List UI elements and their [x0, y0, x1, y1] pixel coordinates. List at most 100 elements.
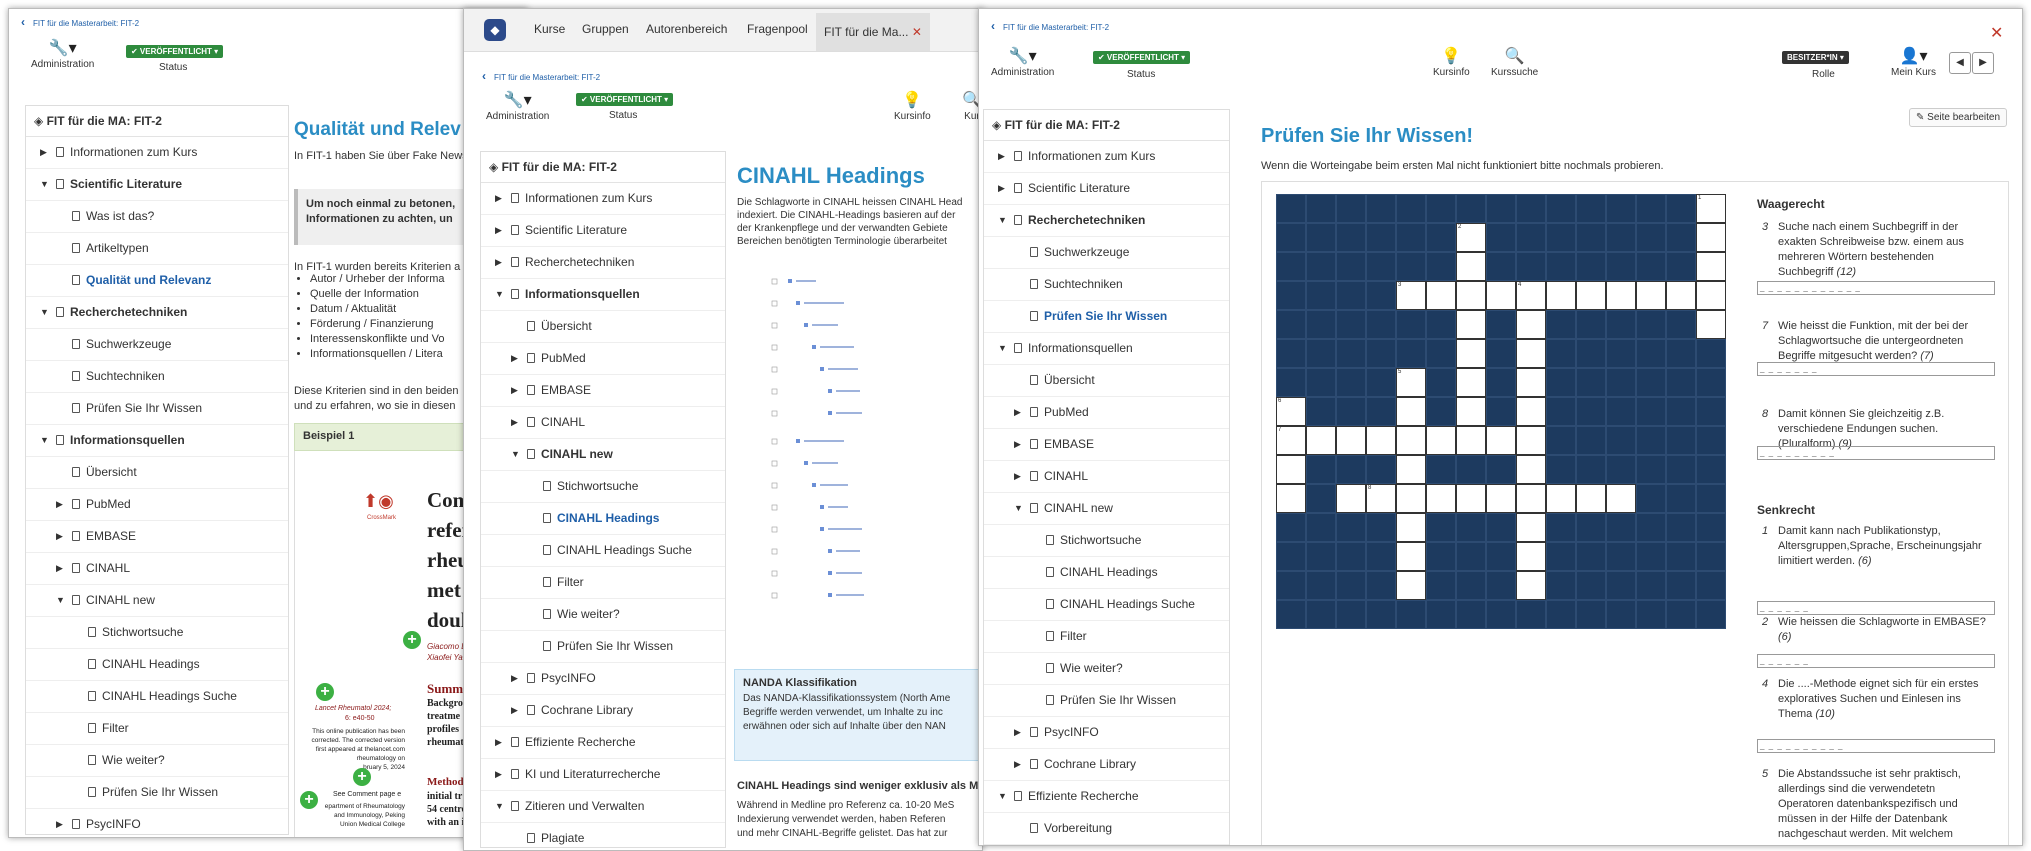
crossword-cell[interactable]	[1486, 426, 1516, 455]
crossword-cell[interactable]	[1426, 426, 1456, 455]
crossword-cell[interactable]	[1276, 455, 1306, 484]
tree-item[interactable]: ▶ Informationen zum Kurs	[984, 141, 1229, 173]
tree-item[interactable]: CINAHL Headings	[984, 557, 1229, 589]
answer-input[interactable]: _ _ _ _ _ _ _	[1757, 362, 1995, 376]
crossword-cell[interactable]	[1546, 484, 1576, 513]
crossword-cell[interactable]	[1426, 484, 1456, 513]
caret-right-icon[interactable]: ▶	[495, 247, 502, 278]
administration-tool[interactable]: 🔧▾ Administration	[991, 47, 1054, 78]
crossword-cell[interactable]	[1396, 455, 1426, 484]
caret-right-icon[interactable]: ▶	[40, 137, 47, 168]
tree-item[interactable]: ▼ CINAHL new	[26, 585, 288, 617]
caret-down-icon[interactable]: ▼	[40, 297, 49, 328]
crossword-cell[interactable]	[1456, 426, 1486, 455]
tree-item[interactable]: Qualität und Relevanz	[26, 265, 288, 297]
crossword-cell[interactable]	[1516, 513, 1546, 542]
answer-input[interactable]: _ _ _ _ _ _ _ _ _	[1757, 446, 1995, 460]
tree-item[interactable]: CINAHL Headings Suche	[26, 681, 288, 713]
tree-item[interactable]: Suchtechniken	[984, 269, 1229, 301]
caret-right-icon[interactable]: ▶	[511, 375, 518, 406]
crossword-cell[interactable]	[1516, 455, 1546, 484]
tree-item[interactable]: Übersicht	[481, 311, 725, 343]
tree-item[interactable]: ▶ PsycINFO	[481, 663, 725, 695]
crossword-cell[interactable]	[1486, 484, 1516, 513]
caret-right-icon[interactable]: ▶	[56, 521, 63, 552]
caret-right-icon[interactable]: ▶	[1014, 461, 1021, 492]
crossword-cell[interactable]	[1576, 484, 1606, 513]
tree-item[interactable]: Artikeltypen	[26, 233, 288, 265]
crossword-cell[interactable]	[1456, 368, 1486, 397]
back-icon[interactable]: ‹	[21, 15, 25, 29]
status-badge[interactable]: ✔ VERÖFFENTLICHT ▾	[576, 93, 674, 106]
tree-item[interactable]: Wie weiter?	[984, 653, 1229, 685]
crossword-cell[interactable]	[1666, 281, 1696, 310]
caret-right-icon[interactable]: ▶	[495, 727, 502, 758]
tree-item[interactable]: Suchwerkzeuge	[984, 237, 1229, 269]
crossword-cell[interactable]	[1636, 281, 1666, 310]
crossword-cell[interactable]	[1516, 484, 1546, 513]
crossword-cell[interactable]	[1576, 281, 1606, 310]
tree-header[interactable]: ◈ FIT für die MA: FIT-2	[984, 110, 1229, 141]
tree-item[interactable]: Stichwortsuche	[984, 525, 1229, 557]
tree-item[interactable]: ▶ PsycINFO	[26, 809, 288, 837]
tree-item[interactable]: ▼ CINAHL new	[481, 439, 725, 471]
caret-down-icon[interactable]: ▼	[511, 439, 520, 470]
tree-item[interactable]: ▶ PsycINFO	[984, 717, 1229, 749]
back-icon[interactable]: ‹	[991, 19, 995, 33]
administration-tool[interactable]: 🔧▾ Administration	[31, 39, 94, 70]
tree-item[interactable]: Filter	[26, 713, 288, 745]
caret-right-icon[interactable]: ▶	[511, 695, 518, 726]
crossword-cell[interactable]	[1276, 484, 1306, 513]
tree-item[interactable]: Übersicht	[984, 365, 1229, 397]
tree-item[interactable]: ▼ Informationsquellen	[481, 279, 725, 311]
tree-item[interactable]: ▶ KI und Literaturrecherche	[481, 759, 725, 791]
crossword-cell[interactable]: 4	[1516, 281, 1546, 310]
crossword-cell[interactable]	[1456, 310, 1486, 339]
caret-down-icon[interactable]: ▼	[495, 791, 504, 822]
tab-close-icon[interactable]: ✕	[912, 25, 922, 39]
edit-page-button[interactable]: ✎ Seite bearbeiten	[1909, 108, 2008, 127]
nav-autorenbereich[interactable]: Autorenbereich	[646, 22, 727, 36]
breadcrumb[interactable]: ‹ FIT für die Masterarbeit: FIT-2	[482, 69, 600, 83]
tree-item[interactable]: ▶ Effiziente Recherche	[481, 727, 725, 759]
tree-item[interactable]: ▶ PubMed	[481, 343, 725, 375]
crossword-cell[interactable]	[1696, 223, 1726, 252]
nav-fragenpool[interactable]: Fragenpool	[747, 22, 808, 36]
tree-item[interactable]: CINAHL Headings	[26, 649, 288, 681]
caret-right-icon[interactable]: ▶	[495, 759, 502, 790]
tree-item[interactable]: ▶ CINAHL	[984, 461, 1229, 493]
tree-item[interactable]: Prüfen Sie Ihr Wissen	[26, 777, 288, 809]
tree-item[interactable]: ▼ Effiziente Recherche	[984, 781, 1229, 813]
tree-item[interactable]: Prüfen Sie Ihr Wissen	[984, 685, 1229, 717]
crossword-cell[interactable]	[1396, 513, 1426, 542]
crossword-cell[interactable]	[1306, 426, 1336, 455]
caret-right-icon[interactable]: ▶	[56, 809, 63, 837]
answer-input[interactable]: _ _ _ _ _ _	[1757, 654, 1995, 668]
previous-icon[interactable]: ◀	[1949, 52, 1971, 74]
tree-item[interactable]: CINAHL Headings	[481, 503, 725, 535]
caret-down-icon[interactable]: ▼	[998, 205, 1007, 236]
tree-item[interactable]: Stichwortsuche	[26, 617, 288, 649]
status-badge[interactable]: ✔ VERÖFFENTLICHT ▾	[126, 45, 224, 58]
crossword-cell[interactable]	[1336, 484, 1366, 513]
next-icon[interactable]: ▶	[1972, 52, 1994, 74]
caret-right-icon[interactable]: ▶	[511, 343, 518, 374]
answer-input[interactable]: _ _ _ _ _ _ _ _ _ _ _ _	[1757, 281, 1995, 295]
crossword-cell[interactable]: 7	[1276, 426, 1306, 455]
tree-item[interactable]: Filter	[984, 621, 1229, 653]
crossword-cell[interactable]	[1396, 542, 1426, 571]
crossword-cell[interactable]: 8	[1366, 484, 1396, 513]
close-icon[interactable]: ✕	[1990, 23, 2003, 43]
caret-right-icon[interactable]: ▶	[1014, 749, 1021, 780]
crossword-cell[interactable]	[1396, 571, 1426, 600]
crossword-cell[interactable]	[1486, 281, 1516, 310]
tree-item[interactable]: Filter	[481, 567, 725, 599]
crossword-cell[interactable]	[1696, 281, 1726, 310]
status-badge[interactable]: ✔ VERÖFFENTLICHT ▾	[1093, 51, 1191, 64]
caret-right-icon[interactable]: ▶	[511, 407, 518, 438]
crossword-cell[interactable]: 2	[1456, 223, 1486, 252]
add-annotation-icon[interactable]: +	[403, 631, 421, 649]
tree-item[interactable]: ▼ Scientific Literature	[26, 169, 288, 201]
tree-item[interactable]: Übersicht	[26, 457, 288, 489]
nav-gruppen[interactable]: Gruppen	[582, 22, 629, 36]
